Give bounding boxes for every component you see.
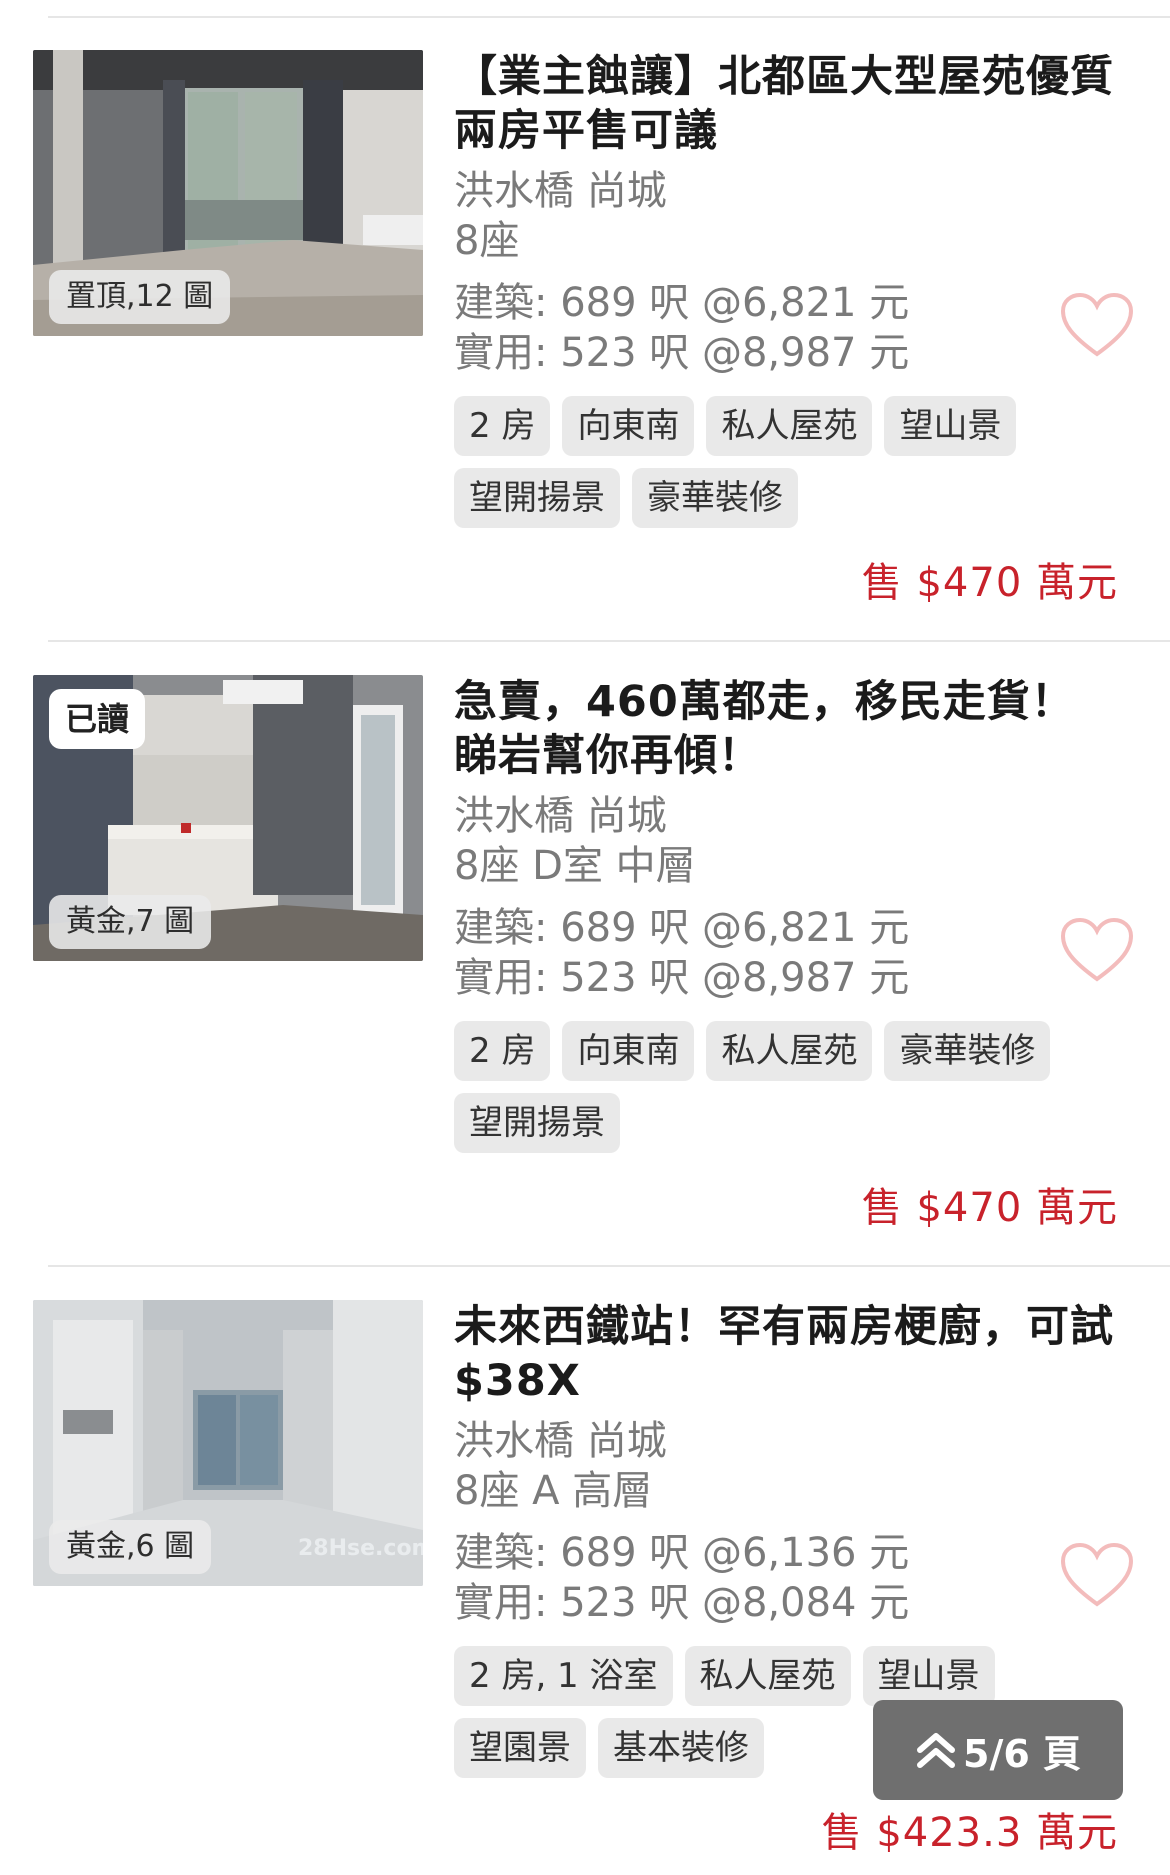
feature-tag: 望山景: [884, 396, 1017, 456]
saleable-area: 實用: 523 呎 @8,084 元: [454, 1580, 910, 1626]
listing-card[interactable]: 置頂,12 圖 【業主蝕讓】北都區大型屋苑優質兩房平售可議 洪水橋 尚城 8座 …: [0, 0, 1170, 625]
feature-tag: 私人屋苑: [684, 1646, 851, 1706]
feature-tag: 望山景: [862, 1646, 995, 1706]
favorite-heart-icon[interactable]: [1060, 1542, 1134, 1610]
photo-watermark: 28Hse.com: [298, 1536, 423, 1561]
listing-price: 售 $470 萬元: [861, 1185, 1118, 1231]
saleable-area: 實用: 523 呎 @8,987 元: [454, 330, 910, 376]
listing-photo[interactable]: 已讀 黃金,7 圖: [33, 675, 423, 961]
feature-tag: 向東南: [562, 1021, 695, 1081]
feature-tag: 私人屋苑: [706, 396, 873, 456]
estate-name: 洪水橋 尚城: [454, 168, 667, 214]
listing-card[interactable]: 已讀 黃金,7 圖 急賣，460萬都走，移民走貨！睇岩幫你再傾！ 洪水橋 尚城 …: [0, 625, 1170, 1250]
unit-info: 8座 A 高層: [454, 1468, 653, 1514]
listing-photo[interactable]: 置頂,12 圖: [33, 50, 423, 336]
feature-tag: 2 房: [454, 396, 551, 456]
page-indicator-button[interactable]: 5/6 頁: [873, 1700, 1123, 1800]
listing-price: 售 $470 萬元: [861, 560, 1118, 606]
listing-title[interactable]: 【業主蝕讓】北都區大型屋苑優質兩房平售可議: [454, 50, 1114, 158]
gross-area: 建築: 689 呎 @6,136 元: [454, 1530, 910, 1576]
double-chevron-up-icon: [917, 1733, 955, 1768]
saleable-area: 實用: 523 呎 @8,987 元: [454, 955, 910, 1001]
photo-count-badge: 黃金,7 圖: [49, 895, 212, 949]
feature-tag: 2 房, 1 浴室: [454, 1646, 673, 1706]
feature-tag: 望開揚景: [454, 1093, 620, 1153]
read-badge: 已讀: [49, 689, 146, 749]
gross-area: 建築: 689 呎 @6,821 元: [454, 905, 910, 951]
feature-tags: 2 房 向東南 私人屋苑 望山景 望開揚景 豪華裝修: [454, 396, 1094, 528]
feature-tag: 基本裝修: [598, 1718, 764, 1778]
feature-tag: 2 房: [454, 1021, 551, 1081]
estate-name: 洪水橋 尚城: [454, 793, 667, 839]
estate-name: 洪水橋 尚城: [454, 1418, 667, 1464]
feature-tag: 豪華裝修: [884, 1021, 1051, 1081]
listing-price: 售 $423.3 萬元: [821, 1810, 1118, 1856]
listing-title[interactable]: 未來西鐵站！罕有兩房梗廚，可試$38X: [454, 1300, 1114, 1408]
feature-tag: 望園景: [454, 1718, 586, 1778]
feature-tags: 2 房 向東南 私人屋苑 豪華裝修 望開揚景: [454, 1021, 1094, 1153]
gross-area: 建築: 689 呎 @6,821 元: [454, 280, 910, 326]
photo-count-badge: 置頂,12 圖: [49, 270, 231, 324]
favorite-heart-icon[interactable]: [1060, 292, 1134, 360]
feature-tag: 私人屋苑: [706, 1021, 873, 1081]
photo-count-badge: 黃金,6 圖: [49, 1520, 212, 1574]
unit-info: 8座 D室 中層: [454, 843, 696, 889]
page-indicator-label: 5/6 頁: [963, 1731, 1081, 1776]
listing-photo[interactable]: 28Hse.com 黃金,6 圖: [33, 1300, 423, 1586]
feature-tag: 向東南: [562, 396, 695, 456]
favorite-heart-icon[interactable]: [1060, 917, 1134, 985]
listing-title[interactable]: 急賣，460萬都走，移民走貨！睇岩幫你再傾！: [454, 675, 1114, 783]
unit-info: 8座: [454, 218, 520, 264]
feature-tag: 望開揚景: [454, 468, 620, 528]
feature-tag: 豪華裝修: [632, 468, 798, 528]
